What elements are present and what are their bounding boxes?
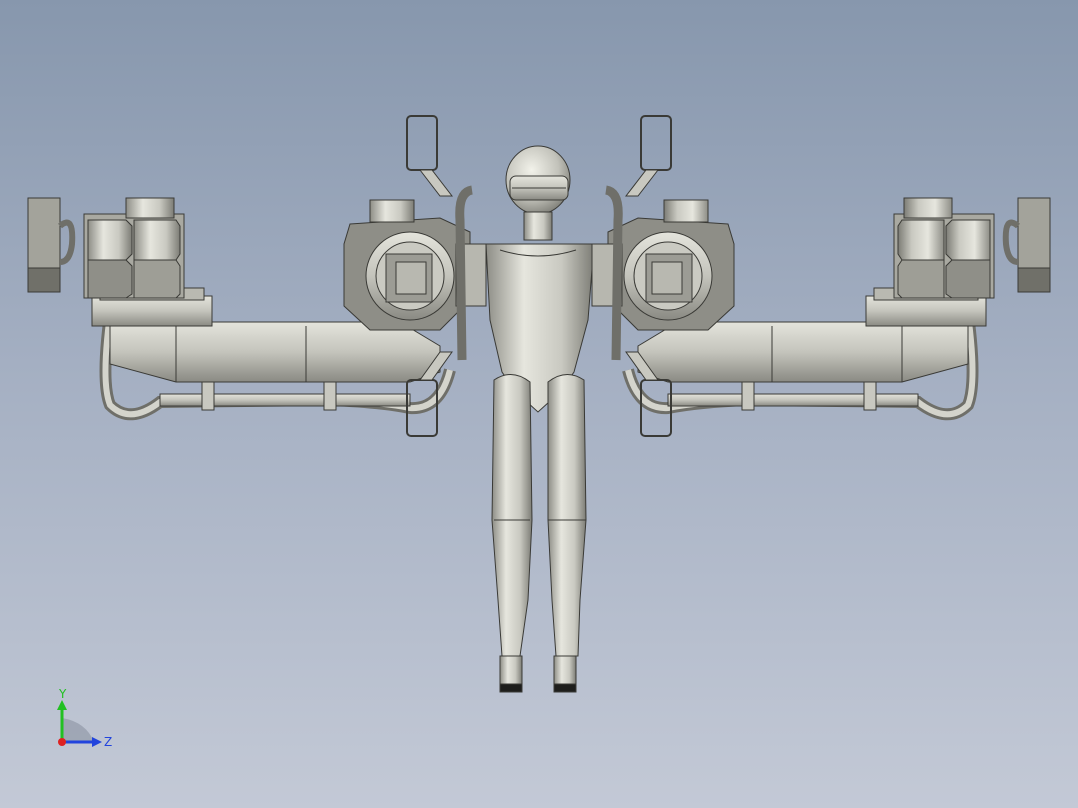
- mannequin-left-leg[interactable]: [491, 374, 533, 657]
- left-thruster-assembly[interactable]: [27, 115, 487, 437]
- left-wing-arm[interactable]: [109, 321, 441, 383]
- 3d-viewport[interactable]: Y Z: [0, 0, 1078, 808]
- left-upper-handle[interactable]: [406, 115, 438, 171]
- triad-shadow: [62, 718, 94, 742]
- coordinate-triad: Y Z: [57, 687, 112, 749]
- left-tube-rail: [159, 393, 411, 407]
- triad-y-label: Y: [58, 687, 67, 701]
- mannequin-right-leg[interactable]: [547, 374, 587, 657]
- triad-z-label: Z: [104, 735, 112, 749]
- mannequin-neck: [523, 211, 553, 241]
- right-thruster-assembly[interactable]: [591, 115, 1051, 437]
- cad-model-assembly[interactable]: [0, 0, 1078, 808]
- triad-x-axis: [58, 738, 66, 746]
- mannequin[interactable]: [485, 145, 595, 693]
